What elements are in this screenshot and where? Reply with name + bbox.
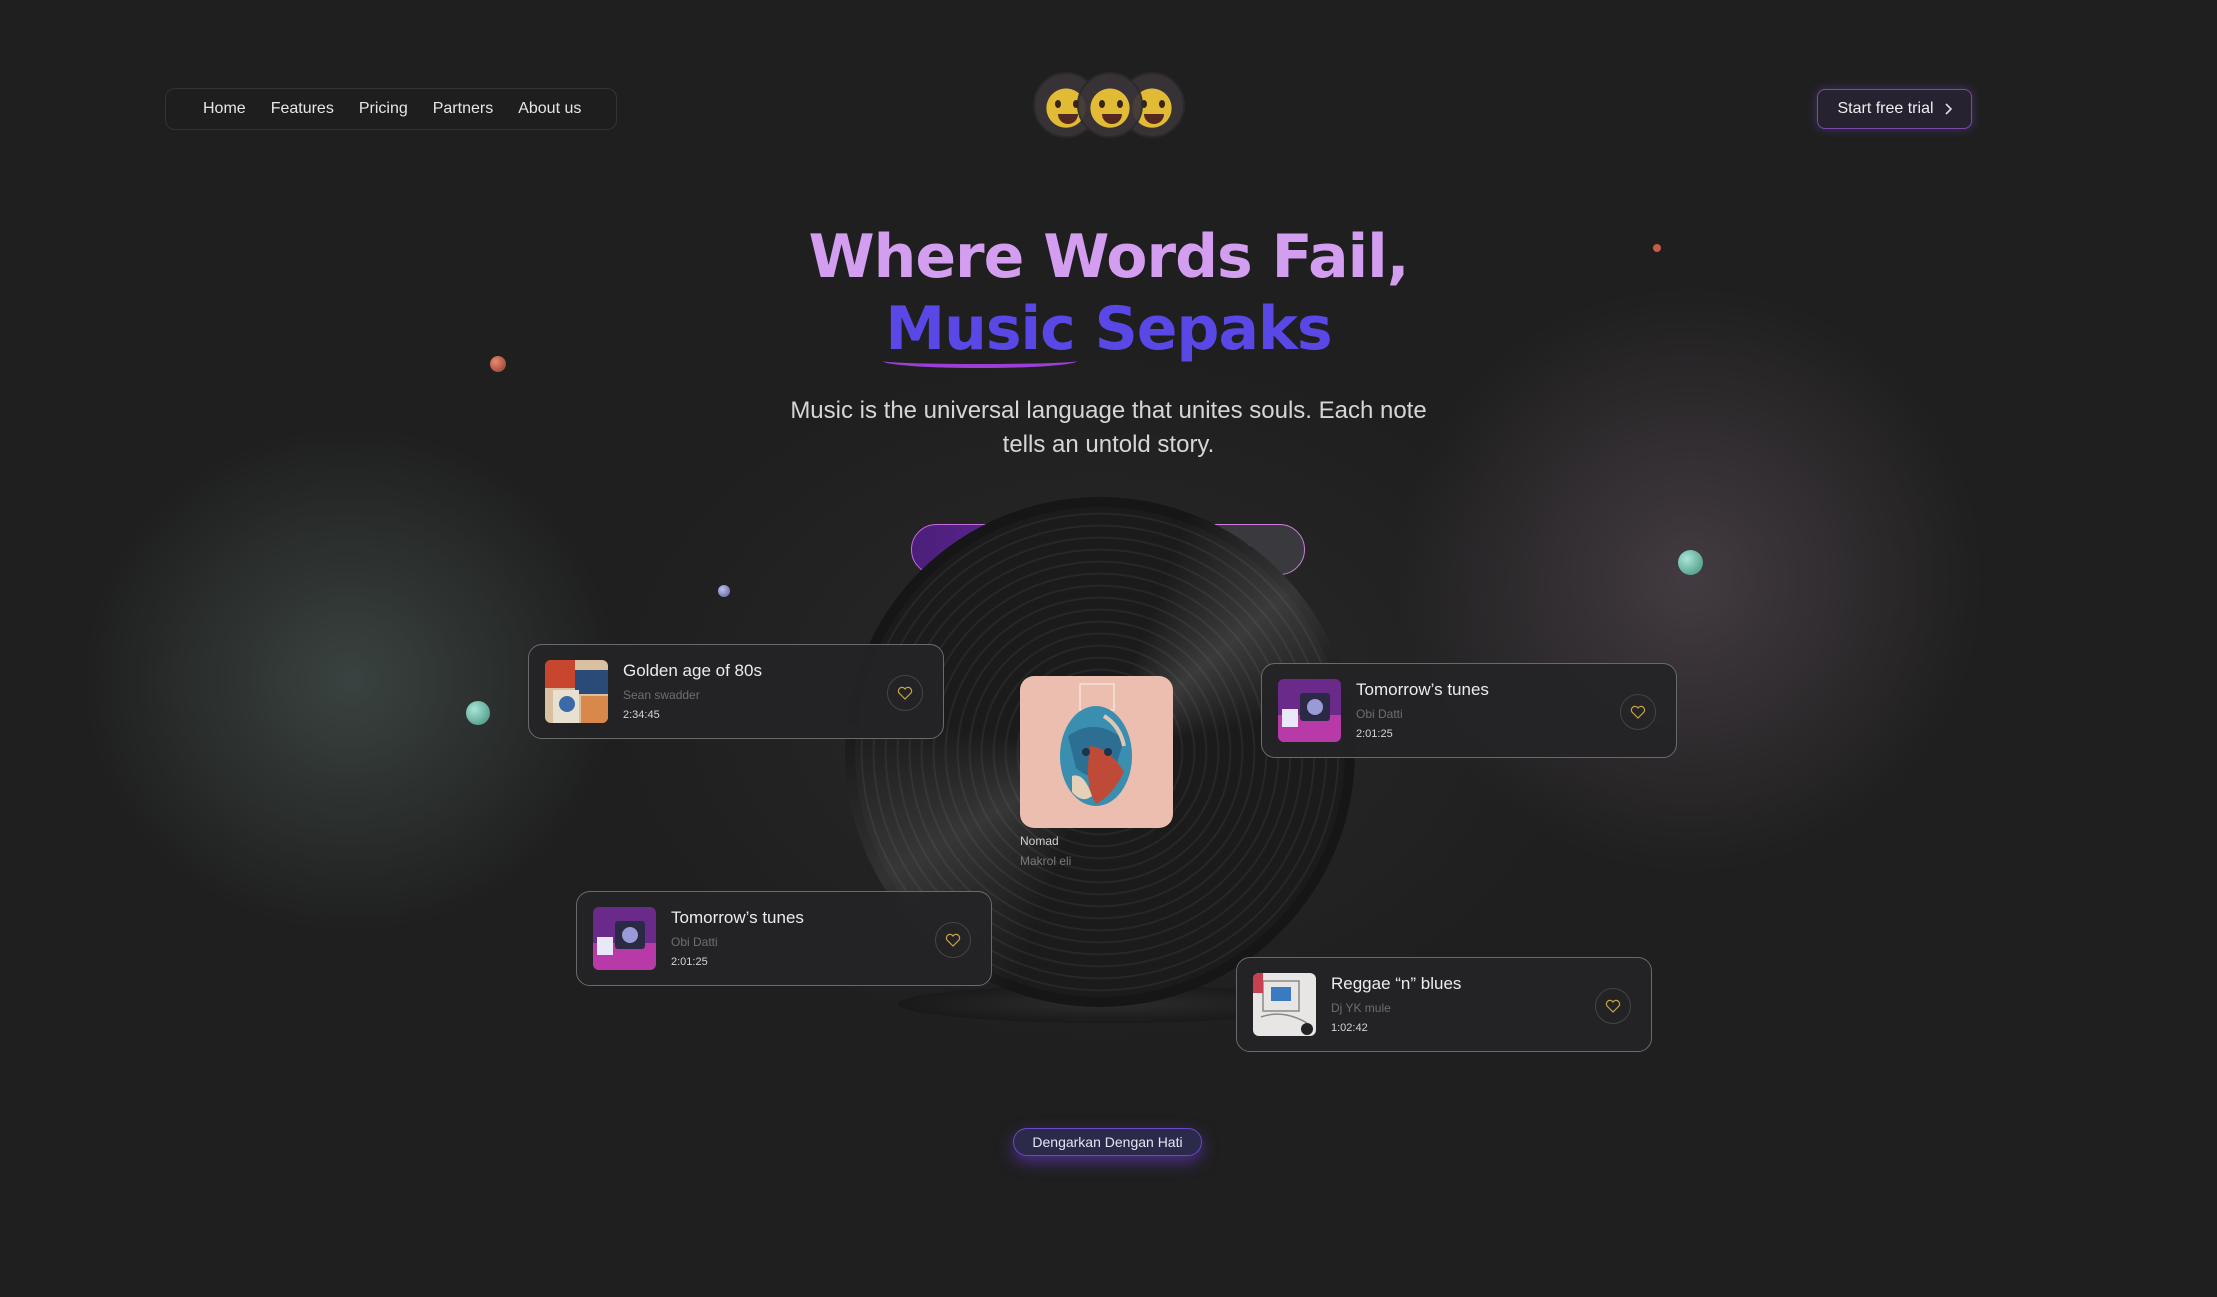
start-free-trial-button[interactable]: Start free trial — [1817, 89, 1972, 129]
track-artist: Obi Datti — [1356, 707, 1403, 721]
hero-headline-line1: Where Words Fail, — [808, 222, 1409, 292]
track-duration: 2:34:45 — [623, 709, 660, 721]
track-card[interactable]: Golden age of 80s Sean swadder 2:34:45 — [528, 644, 944, 739]
album-cover[interactable] — [1020, 676, 1173, 828]
track-thumbnail — [593, 907, 656, 970]
track-card[interactable]: Tomorrow’s tunes Obi Datti 2:01:25 — [1261, 663, 1677, 758]
decor-dot-teal — [466, 701, 490, 725]
track-thumbnail — [1253, 973, 1316, 1036]
tagline-pill: Dengarkan Dengan Hati — [1013, 1128, 1202, 1156]
nav-about-us[interactable]: About us — [518, 100, 581, 118]
hero-subtitle: Music is the universal language that uni… — [790, 397, 1427, 458]
track-title: Tomorrow’s tunes — [671, 908, 804, 927]
track-title: Golden age of 80s — [623, 661, 762, 680]
like-button[interactable] — [1620, 694, 1656, 730]
album-art-head — [1060, 683, 1132, 806]
decor-dot-teal-right — [1678, 550, 1703, 575]
like-button[interactable] — [1595, 988, 1631, 1024]
like-button[interactable] — [887, 675, 923, 711]
emoji-avatar-group — [1033, 72, 1185, 140]
nav-partners[interactable]: Partners — [433, 100, 493, 118]
now-playing-title: Nomad — [1020, 834, 1059, 848]
heart-icon — [945, 933, 961, 947]
track-duration: 2:01:25 — [671, 956, 708, 968]
like-button[interactable] — [935, 922, 971, 958]
nav-home[interactable]: Home — [203, 100, 246, 118]
hero-headline-underlined: Music — [883, 294, 1077, 368]
hero-headline-rest: Sepaks — [1094, 294, 1333, 364]
heart-icon — [1630, 705, 1646, 719]
track-thumbnail — [1278, 679, 1341, 742]
track-artist: Sean swadder — [623, 688, 700, 702]
nav-pricing[interactable]: Pricing — [359, 100, 408, 118]
nav-features[interactable]: Features — [271, 100, 334, 118]
track-card[interactable]: Reggae “n” blues Dj YK mule 1:02:42 — [1236, 957, 1652, 1052]
heart-icon — [1605, 999, 1621, 1013]
decor-dot-violet — [718, 585, 730, 597]
track-thumbnail — [545, 660, 608, 723]
start-free-trial-label: Start free trial — [1837, 100, 1934, 117]
track-duration: 2:01:25 — [1356, 728, 1393, 740]
now-playing-artist: Makrol eli — [1020, 854, 1072, 868]
heart-icon — [897, 686, 913, 700]
main-nav: Home Features Pricing Partners About us — [165, 88, 617, 130]
emoji-avatar-icon — [1077, 72, 1143, 138]
hero-headline-line2: Music Sepaks — [0, 294, 2217, 368]
track-artist: Obi Datti — [671, 935, 718, 949]
track-title: Reggae “n” blues — [1331, 974, 1462, 993]
track-duration: 1:02:42 — [1331, 1022, 1368, 1034]
track-title: Tomorrow’s tunes — [1356, 680, 1489, 699]
track-artist: Dj YK mule — [1331, 1001, 1391, 1015]
track-card[interactable]: Tomorrow’s tunes Obi Datti 2:01:25 — [576, 891, 992, 986]
chevron-right-icon — [1944, 103, 1952, 115]
